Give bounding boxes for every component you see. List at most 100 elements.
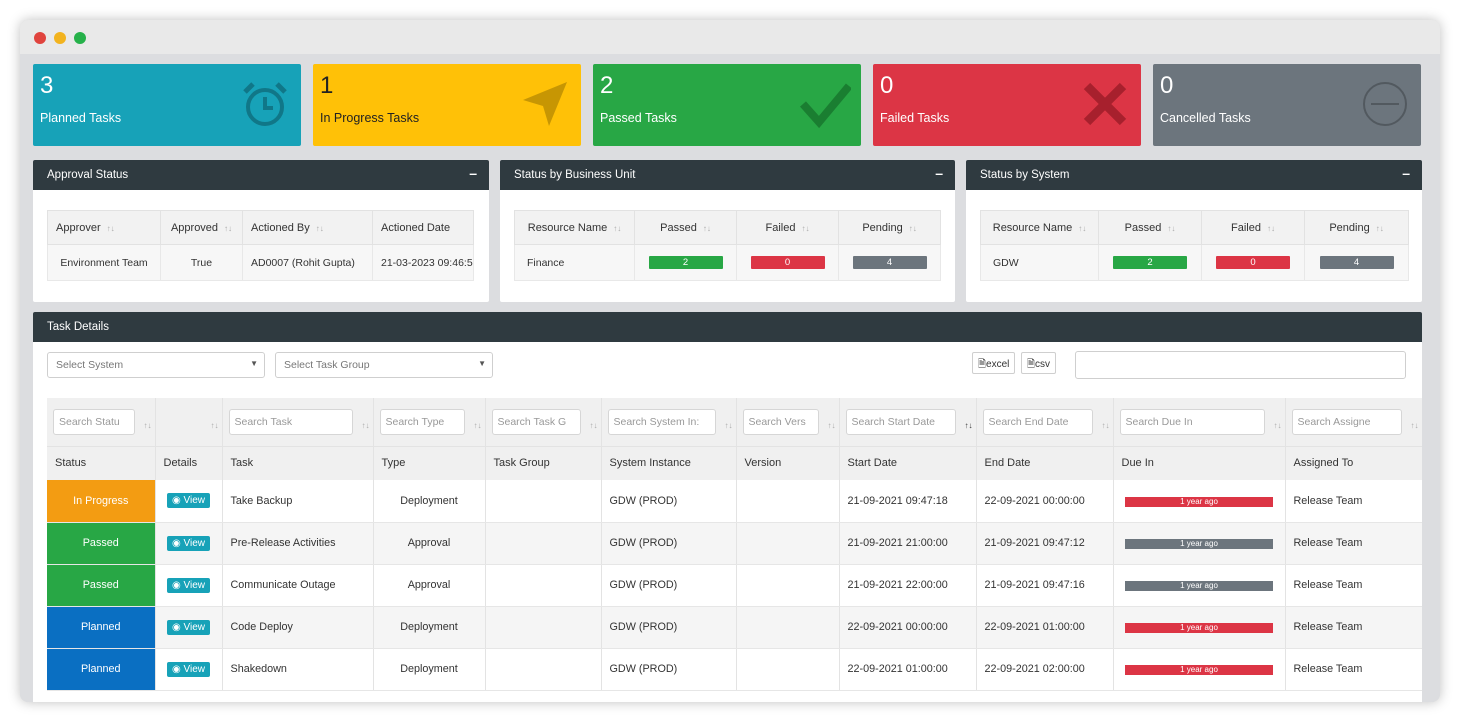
- eye-icon: ◉: [171, 495, 181, 507]
- table-row[interactable]: Passed ◉ View Communicate Outage Approva…: [47, 564, 1422, 607]
- maximize-window-icon[interactable]: [74, 32, 86, 44]
- table-row[interactable]: Planned ◉ View Code Deploy Deployment GD…: [47, 606, 1422, 649]
- check-icon: [800, 83, 851, 129]
- close-window-icon[interactable]: [34, 32, 46, 44]
- cell-system-instance: GDW (PROD): [601, 606, 737, 649]
- cell-type: Deployment: [373, 480, 486, 523]
- column-header[interactable]: Actioned Date: [372, 210, 474, 245]
- filter-status-input[interactable]: Search Statu: [53, 408, 135, 435]
- cell-task: Code Deploy: [222, 606, 374, 649]
- view-button[interactable]: ◉ View: [166, 493, 210, 509]
- kpi-label: Failed Tasks: [880, 111, 950, 125]
- column-header[interactable]: Resource Name ↑↓: [980, 210, 1099, 245]
- filter-due-in-input[interactable]: Search Due In: [1119, 408, 1265, 435]
- filter-type-input[interactable]: Search Type: [379, 408, 465, 435]
- export-csv-button[interactable]: 🗎csv: [1021, 352, 1057, 374]
- table-row[interactable]: In Progress ◉ View Take Backup Deploymen…: [47, 480, 1422, 523]
- minimize-window-icon[interactable]: [54, 32, 66, 44]
- collapse-icon[interactable]: –: [935, 165, 943, 181]
- view-button[interactable]: ◉ View: [166, 535, 210, 551]
- table-row[interactable]: Planned ◉ View Shakedown Deployment GDW …: [47, 648, 1422, 691]
- passed-bar: 2: [648, 256, 723, 269]
- cross-icon: [1083, 82, 1127, 126]
- column-header[interactable]: Failed ↑↓: [1201, 210, 1305, 245]
- column-header[interactable]: Pending ↑↓: [838, 210, 941, 245]
- column-header[interactable]: Actioned By ↑↓: [242, 210, 373, 245]
- collapse-icon[interactable]: –: [1402, 165, 1410, 181]
- column-header[interactable]: Approved ↑↓: [160, 210, 243, 245]
- column-header[interactable]: End Date: [976, 445, 1114, 480]
- due-in-bar: 1 year ago: [1125, 665, 1273, 675]
- view-button[interactable]: ◉ View: [166, 577, 210, 593]
- column-header[interactable]: Due In: [1113, 445, 1286, 480]
- status-cell: Passed: [47, 522, 156, 565]
- column-header[interactable]: System Instance: [601, 445, 737, 480]
- filter-assigned-input[interactable]: Search Assigne: [1291, 408, 1402, 435]
- cell-version: [736, 648, 840, 691]
- column-header[interactable]: Type: [373, 445, 486, 480]
- kpi-in-progress[interactable]: 1 In Progress Tasks: [313, 64, 581, 146]
- cell-assigned-to: Release Team: [1285, 522, 1422, 565]
- business-unit-panel: Status by Business Unit – Resource Name ↑…: [500, 160, 955, 302]
- kpi-failed[interactable]: 0 Failed Tasks: [873, 64, 1141, 146]
- cell-end-date: 21-09-2021 09:47:16: [976, 564, 1114, 607]
- cell-task-group: [485, 480, 602, 523]
- cell-task: Pre-Release Activities: [222, 522, 374, 565]
- app-window: 3 Planned Tasks 1 In Progress Tasks 2 Pa…: [20, 20, 1440, 702]
- cell-type: Approval: [373, 564, 486, 607]
- cell-task-group: [485, 564, 602, 607]
- column-header[interactable]: Resource Name ↑↓: [514, 210, 635, 245]
- cell-task-group: [485, 648, 602, 691]
- column-header[interactable]: Status: [47, 445, 156, 480]
- column-header[interactable]: Assigned To: [1285, 445, 1422, 480]
- filter-task-group-input[interactable]: Search Task G: [491, 408, 581, 435]
- filter-start-date-input[interactable]: Search Start Date: [845, 408, 956, 435]
- column-header[interactable]: Passed ↑↓: [634, 210, 737, 245]
- cell-start-date: 21-09-2021 22:00:00: [839, 564, 977, 607]
- filter-task-input[interactable]: Search Task: [228, 408, 353, 435]
- cell-task-group: [485, 522, 602, 565]
- global-search-input[interactable]: [1075, 351, 1406, 379]
- chevron-down-icon: ▼: [250, 359, 258, 368]
- cell-actioned-by: AD0007 (Rohit Gupta): [242, 244, 373, 281]
- column-header[interactable]: Approver ↑↓: [47, 210, 161, 245]
- kpi-planned[interactable]: 3 Planned Tasks: [33, 64, 301, 146]
- column-header[interactable]: Task Group: [485, 445, 602, 480]
- collapse-icon[interactable]: –: [469, 165, 477, 181]
- column-header[interactable]: Version: [736, 445, 840, 480]
- filter-end-date-input[interactable]: Search End Date: [982, 408, 1093, 435]
- status-cell: Passed: [47, 564, 156, 607]
- select-task-group-dropdown[interactable]: Select Task Group ▼: [275, 352, 493, 378]
- column-header[interactable]: Passed ↑↓: [1098, 210, 1202, 245]
- approval-table: Approver ↑↓ Approved ↑↓ Actioned By ↑↓ Acti…: [47, 210, 474, 281]
- due-in-bar: 1 year ago: [1125, 623, 1273, 633]
- select-system-dropdown[interactable]: Select System ▼: [47, 352, 265, 378]
- filter-system-instance-input[interactable]: Search System In:: [607, 408, 716, 435]
- chevron-down-icon: ▼: [478, 359, 486, 368]
- filter-version-input[interactable]: Search Vers: [742, 408, 819, 435]
- failed-bar: 0: [1216, 256, 1290, 269]
- cell-end-date: 21-09-2021 09:47:12: [976, 522, 1114, 565]
- system-table: Resource Name ↑↓ Passed ↑↓ Failed ↑↓ Pendin…: [980, 210, 1409, 281]
- column-header[interactable]: Pending ↑↓: [1304, 210, 1409, 245]
- cell-start-date: 22-09-2021 01:00:00: [839, 648, 977, 691]
- task-details-panel: Task Details Select System ▼ Select Task …: [33, 312, 1422, 702]
- column-header[interactable]: Task: [222, 445, 374, 480]
- status-cell: In Progress: [47, 480, 156, 523]
- column-header[interactable]: Start Date: [839, 445, 977, 480]
- export-excel-button[interactable]: 🗎excel: [972, 352, 1016, 374]
- failed-bar: 0: [750, 256, 825, 269]
- column-header[interactable]: Failed ↑↓: [736, 210, 839, 245]
- view-button[interactable]: ◉ View: [166, 661, 210, 677]
- table-row[interactable]: Passed ◉ View Pre-Release Activities App…: [47, 522, 1422, 565]
- panel-title: Status by System: [980, 169, 1070, 181]
- approval-status-panel: Approval Status – Approver ↑↓ Approved ↑↓ …: [33, 160, 489, 302]
- cell-system-instance: GDW (PROD): [601, 648, 737, 691]
- pending-bar: 4: [1319, 256, 1394, 269]
- view-button[interactable]: ◉ View: [166, 619, 210, 635]
- kpi-cancelled[interactable]: 0 Cancelled Tasks: [1153, 64, 1421, 146]
- kpi-label: Passed Tasks: [600, 111, 677, 125]
- kpi-passed[interactable]: 2 Passed Tasks: [593, 64, 861, 146]
- column-header[interactable]: Details: [155, 445, 223, 480]
- due-in-bar: 1 year ago: [1125, 496, 1273, 507]
